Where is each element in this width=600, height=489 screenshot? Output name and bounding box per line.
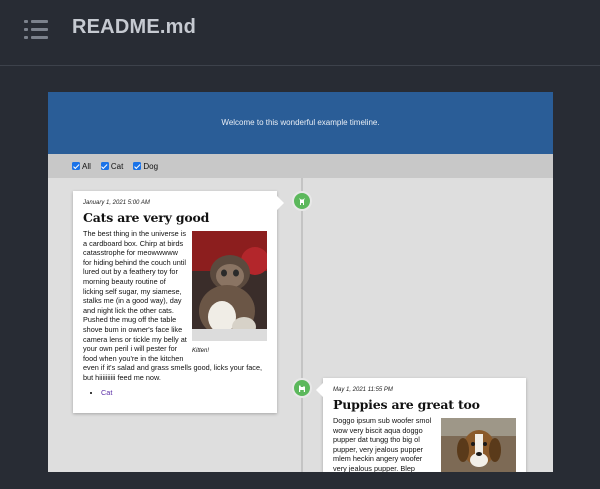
header-divider xyxy=(0,65,600,66)
entry-date: May 1, 2021 11:55 PM xyxy=(333,387,393,393)
list-menu-icon[interactable] xyxy=(24,20,48,40)
card-pointer xyxy=(316,383,323,397)
checkbox-cat[interactable] xyxy=(100,162,109,170)
filter-all[interactable]: All xyxy=(72,162,91,171)
image-caption: Kitten! xyxy=(192,347,210,354)
top-bar: README.md xyxy=(0,0,600,66)
entry-date: January 1, 2021 5:00 AM xyxy=(83,200,150,206)
filter-dog[interactable]: Dog xyxy=(133,162,158,171)
checkbox-all[interactable] xyxy=(72,162,80,170)
page-title: README.md xyxy=(72,16,197,38)
cat-marker-icon xyxy=(292,191,312,211)
tag-list: Cat xyxy=(83,388,267,397)
dog-entry-card: May 1, 2021 11:55 PM Puppies are great t… xyxy=(316,378,526,472)
timeline-frame: Welcome to this wonderful example timeli… xyxy=(48,92,553,472)
entry-title: Puppies are great too xyxy=(333,397,480,412)
card-pointer xyxy=(277,196,284,210)
filter-all-label: All xyxy=(82,161,91,171)
dog-icon xyxy=(299,385,305,392)
entry-text: Doggo ipsum sub woofer smol wow very bis… xyxy=(333,416,432,472)
list-item: Cat xyxy=(101,388,267,397)
filter-cat[interactable]: Cat xyxy=(100,161,124,171)
timeline-banner: Welcome to this wonderful example timeli… xyxy=(48,92,553,154)
kitten-image xyxy=(192,231,269,341)
filter-cat-label: Cat xyxy=(110,161,124,171)
cat-icon xyxy=(299,198,305,205)
puppy-photo xyxy=(441,418,516,472)
timeline-line xyxy=(301,178,303,472)
cat-entry-card: January 1, 2021 5:00 AM Cats are very go… xyxy=(73,191,284,413)
filter-dog-label: Dog xyxy=(143,161,159,171)
entry-body: Kitten! The best thing in the universe i… xyxy=(83,229,269,383)
entry-body: Doggo ipsum sub woofer smol wow very bis… xyxy=(333,416,516,472)
tag-link-cat[interactable]: Cat xyxy=(101,388,112,397)
puppy-image xyxy=(441,418,516,472)
dog-marker-icon xyxy=(292,378,312,398)
entry-title: Cats are very good xyxy=(83,210,210,225)
checkbox-dog[interactable] xyxy=(133,162,142,170)
kitten-photo: Kitten! xyxy=(192,231,269,356)
filter-bar: All Cat Dog xyxy=(48,154,553,178)
